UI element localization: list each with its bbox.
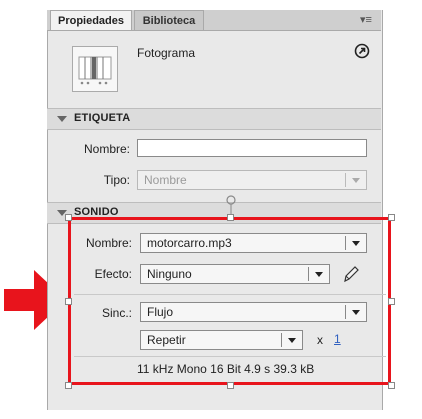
etiqueta-nombre-label: Nombre: xyxy=(83,142,130,156)
etiqueta-section-title: ETIQUETA xyxy=(74,112,131,124)
frame-type-title: Fotograma xyxy=(137,46,196,60)
selection-handle[interactable] xyxy=(227,382,234,389)
etiqueta-tipo-label: Tipo: xyxy=(103,173,130,187)
edit-in-place-icon[interactable] xyxy=(354,43,370,59)
collapse-triangle-icon[interactable] xyxy=(57,116,67,122)
etiqueta-tipo-value: Nombre xyxy=(144,173,187,187)
tab-biblioteca[interactable]: Biblioteca xyxy=(134,10,204,30)
selection-handle[interactable] xyxy=(65,382,72,389)
panel-menu-icon[interactable]: ▾≡ xyxy=(356,12,376,28)
etiqueta-tipo-select: Nombre xyxy=(137,170,367,190)
etiqueta-nombre-input[interactable] xyxy=(137,139,367,157)
chevron-down-icon xyxy=(352,178,360,183)
selection-handle[interactable] xyxy=(65,298,72,305)
selection-handle[interactable] xyxy=(388,382,395,389)
frame-thumbnail-icon xyxy=(72,46,118,92)
tab-propiedades[interactable]: Propiedades xyxy=(50,10,132,30)
selection-handle[interactable] xyxy=(227,214,234,221)
selection-handle[interactable] xyxy=(65,214,72,221)
selection-handle[interactable] xyxy=(388,298,395,305)
selection-handle[interactable] xyxy=(388,214,395,221)
highlight-box xyxy=(68,217,391,385)
